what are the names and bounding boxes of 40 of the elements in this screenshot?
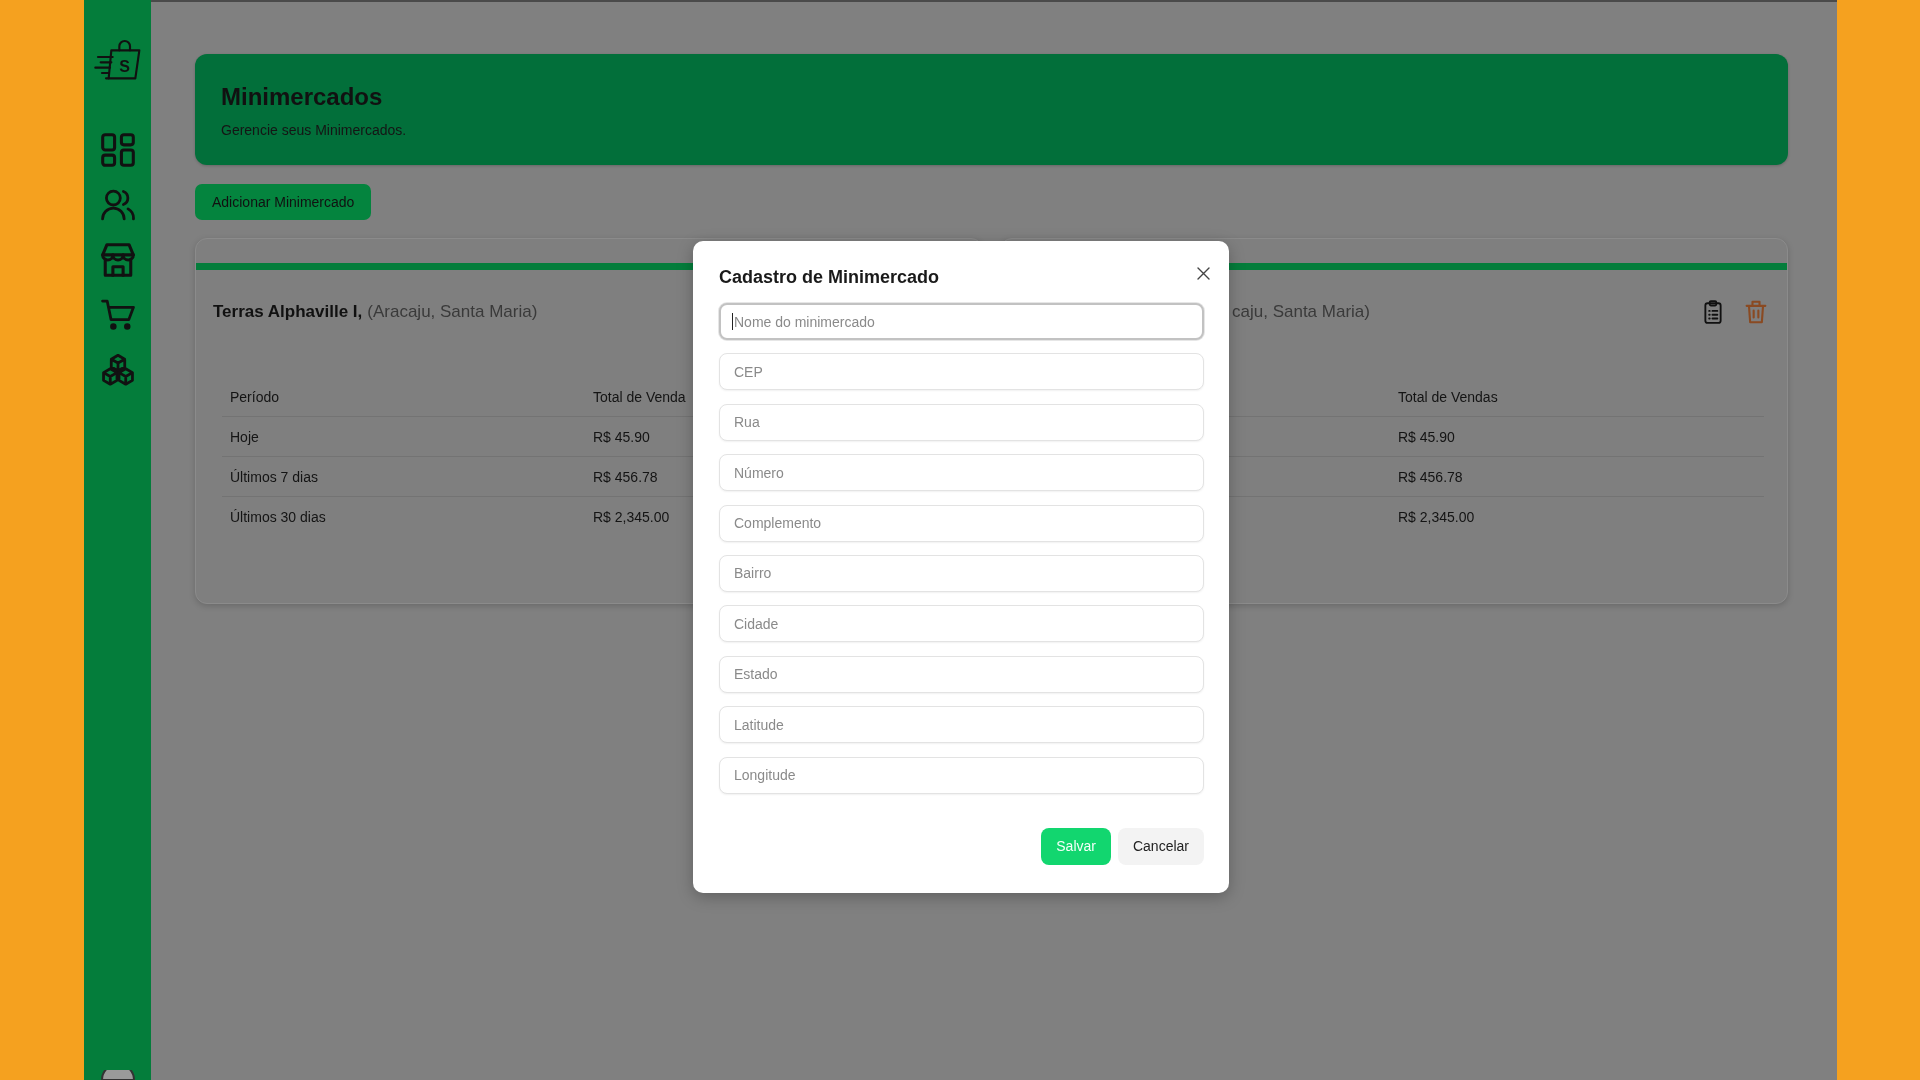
table-cell-text: R$ 2,345.00 bbox=[592, 509, 670, 525]
input-field[interactable]: Rua bbox=[719, 403, 1204, 441]
store-name: Terras Alphaville I, bbox=[213, 302, 363, 322]
avatar-icon[interactable] bbox=[99, 1070, 136, 1080]
table-cell-text: R$ 45.90 bbox=[1397, 428, 1455, 445]
table-cell-text: Hoje bbox=[229, 428, 259, 445]
cancel-button[interactable]: Cancelar bbox=[1117, 827, 1204, 865]
add-button[interactable]: Adicionar Minimercado bbox=[195, 184, 372, 220]
store-location: caju, Santa Maria) bbox=[1232, 302, 1370, 322]
close-icon bbox=[1197, 267, 1210, 280]
input-field[interactable]: Cidade bbox=[719, 605, 1204, 643]
column-header: Período bbox=[229, 388, 280, 405]
column-header: Total de Venda bbox=[592, 388, 686, 405]
input-field[interactable]: Longitude bbox=[719, 756, 1204, 794]
store-icon[interactable] bbox=[100, 243, 135, 277]
table-cell-text: R$ 456.78 bbox=[592, 468, 658, 485]
input-field[interactable]: CEP bbox=[719, 353, 1204, 391]
table-cell-text: Últimos 30 dias bbox=[229, 509, 326, 525]
input-field[interactable]: Latitude bbox=[719, 706, 1204, 744]
page-title: Minimercados bbox=[221, 83, 383, 111]
column-header: Total de Vendas bbox=[1397, 388, 1498, 405]
users-icon[interactable] bbox=[100, 188, 135, 222]
shopping-bag-logo[interactable]: S bbox=[93, 37, 142, 81]
input-field[interactable]: Estado bbox=[719, 655, 1204, 693]
table-cell-text: R$ 2,345.00 bbox=[1397, 509, 1475, 525]
store-location: (Aracaju, Santa Maria) bbox=[367, 302, 538, 322]
input-field[interactable]: Número bbox=[719, 454, 1204, 492]
input-field[interactable]: Complemento bbox=[719, 504, 1204, 542]
table-cell-text: R$ 45.90 bbox=[592, 428, 650, 445]
input-field[interactable]: Nome do minimercado bbox=[719, 303, 1204, 340]
table-cell-text: Últimos 7 dias bbox=[229, 468, 318, 485]
page-subtitle: Gerencie seus Minimercados. bbox=[221, 121, 407, 139]
input-field[interactable]: Bairro bbox=[719, 554, 1204, 592]
table-cell-text: R$ 456.78 bbox=[1397, 468, 1463, 485]
dashboard-icon[interactable] bbox=[100, 133, 135, 167]
boxes-icon[interactable] bbox=[100, 353, 135, 387]
modal-title: Cadastro de Minimercado bbox=[719, 266, 940, 289]
cart-icon[interactable] bbox=[100, 298, 135, 332]
clipboard-icon[interactable] bbox=[1701, 300, 1725, 324]
close-button[interactable] bbox=[1197, 267, 1210, 280]
